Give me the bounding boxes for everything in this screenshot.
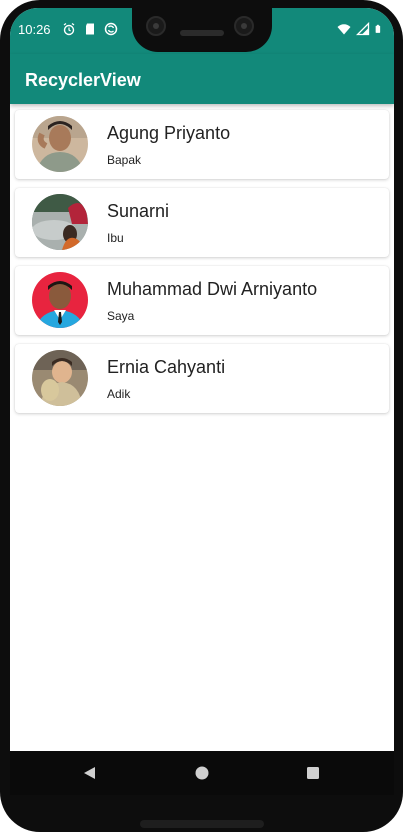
back-icon[interactable] <box>82 765 98 781</box>
navigation-bar <box>10 751 394 795</box>
alarm-icon <box>63 22 75 36</box>
status-icons-right <box>337 22 384 36</box>
camera-notch <box>132 8 272 52</box>
contact-relation: Saya <box>107 309 135 323</box>
person-photo <box>32 194 88 250</box>
status-icons-left <box>62 22 118 36</box>
list-item[interactable]: Muhammad Dwi Arniyanto Saya <box>15 266 389 335</box>
phone-frame: 10:26 RecyclerView Agung Priyanto Bapak … <box>0 0 403 832</box>
list-item[interactable]: Ernia Cahyanti Adik <box>15 344 389 413</box>
wifi-icon <box>337 24 351 35</box>
contact-name: Sunarni <box>107 201 170 221</box>
screen: 10:26 RecyclerView Agung Priyanto Bapak … <box>10 8 394 792</box>
list-item[interactable]: Agung Priyanto Bapak <box>15 110 389 179</box>
person-photo <box>32 350 88 406</box>
avatar <box>32 272 88 328</box>
sd-card-icon <box>86 23 94 35</box>
home-icon[interactable] <box>194 765 210 781</box>
status-time: 10:26 <box>18 22 51 37</box>
avatar <box>32 194 88 250</box>
contact-list[interactable]: Agung Priyanto Bapak Sunarni Ibu Muhamma… <box>15 110 389 422</box>
app-title: RecyclerView <box>25 70 141 90</box>
sync-icon <box>104 22 118 36</box>
front-camera-icon <box>146 16 166 36</box>
contact-name: Agung Priyanto <box>107 123 231 143</box>
list-item[interactable]: Sunarni Ibu <box>15 188 389 257</box>
earpiece-speaker <box>180 30 224 36</box>
person-photo <box>32 272 88 328</box>
app-bar: RecyclerView <box>10 54 394 104</box>
front-sensor-icon <box>234 16 254 36</box>
contact-name: Muhammad Dwi Arniyanto <box>107 279 318 299</box>
avatar <box>32 116 88 172</box>
contact-relation: Ibu <box>107 231 124 245</box>
battery-icon <box>375 24 381 33</box>
bottom-speaker-grille <box>140 820 264 828</box>
contact-relation: Adik <box>107 387 131 401</box>
signal-icon <box>356 22 370 36</box>
recents-icon[interactable] <box>305 765 321 781</box>
avatar <box>32 350 88 406</box>
contact-name: Ernia Cahyanti <box>107 357 226 377</box>
person-photo <box>32 116 88 172</box>
contact-relation: Bapak <box>107 153 142 167</box>
